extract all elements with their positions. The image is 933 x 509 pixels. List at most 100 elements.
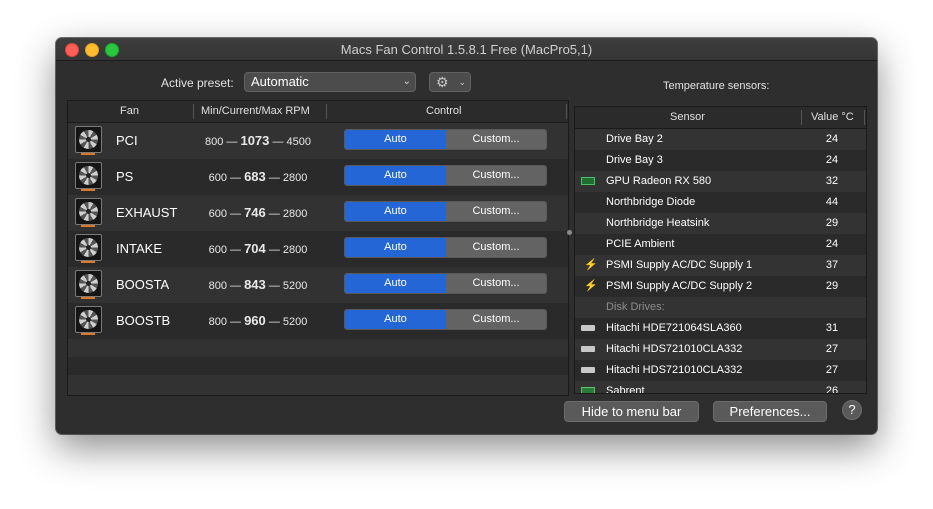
rpm-separator: — xyxy=(230,244,242,256)
custom-button[interactable]: Custom... xyxy=(446,274,546,293)
preset-value: Automatic xyxy=(251,74,309,89)
app-window: Macs Fan Control 1.5.8.1 Free (MacPro5,1… xyxy=(56,38,877,434)
fan-name: INTAKE xyxy=(116,241,162,256)
sensor-value: 27 xyxy=(825,364,839,376)
sensor-name: Hitachi HDE721064SLA360 xyxy=(606,322,742,334)
gpu-icon xyxy=(581,177,595,185)
sensor-row[interactable]: PCIE Ambient 24 xyxy=(575,234,866,255)
sensor-value: 37 xyxy=(825,259,839,271)
sensor-value: 31 xyxy=(825,322,839,334)
fan-row[interactable]: EXHAUST 600 — 746 — 2800 Auto Custom... xyxy=(68,195,568,231)
rpm-min: 600 xyxy=(208,244,227,256)
fan-row[interactable]: INTAKE 600 — 704 — 2800 Auto Custom... xyxy=(68,231,568,267)
auto-button[interactable]: Auto xyxy=(345,130,446,149)
auto-button[interactable]: Auto xyxy=(345,166,446,185)
sensor-name: PSMI Supply AC/DC Supply 2 xyxy=(606,280,753,292)
rpm-separator: — xyxy=(230,280,242,292)
custom-button[interactable]: Custom... xyxy=(446,310,546,329)
sensor-name: Hitachi HDS721010CLA332 xyxy=(606,364,743,376)
lightning-icon: ⚡ xyxy=(584,280,598,292)
sensor-row[interactable]: Hitachi HDS721010CLA332 27 xyxy=(575,339,866,360)
rpm-separator: — xyxy=(272,136,284,148)
title-bar[interactable]: Macs Fan Control 1.5.8.1 Free (MacPro5,1… xyxy=(56,38,877,61)
sensor-row[interactable]: Sabrent 26 xyxy=(575,381,866,394)
custom-button[interactable]: Custom... xyxy=(446,238,546,257)
rpm-current: 704 xyxy=(244,241,266,256)
fan-row[interactable]: PCI 800 — 1073 — 4500 Auto Custom... xyxy=(68,123,568,159)
rpm-separator: — xyxy=(268,172,280,184)
auto-button[interactable]: Auto xyxy=(345,310,446,329)
auto-button[interactable]: Auto xyxy=(345,202,446,221)
sensor-name: Hitachi HDS721010CLA332 xyxy=(606,343,743,355)
fan-name: BOOSTA xyxy=(116,277,170,292)
fan-control-segmented: Auto Custom... xyxy=(344,237,547,258)
preset-dropdown[interactable]: Automatic ⌄ xyxy=(244,72,416,92)
rpm-min: 600 xyxy=(208,208,227,220)
fan-column-header[interactable]: Fan xyxy=(120,105,139,117)
fan-control-segmented: Auto Custom... xyxy=(344,201,547,222)
fan-led-indicator xyxy=(81,189,95,191)
sensor-value: 24 xyxy=(825,154,839,166)
sensor-table: Sensor Value °C Drive Bay 2 24 Drive Bay 3… xyxy=(574,106,867,394)
fan-name: PS xyxy=(116,169,134,184)
sensor-row[interactable]: ⚡ PSMI Supply AC/DC Supply 2 29 xyxy=(575,276,866,297)
preferences-button[interactable]: Preferences... xyxy=(713,401,827,422)
disk-icon xyxy=(581,325,595,331)
fan-row[interactable]: PS 600 — 683 — 2800 Auto Custom... xyxy=(68,159,568,195)
fan-row[interactable]: BOOSTA 800 — 843 — 5200 Auto Custom... xyxy=(68,267,568,303)
rpm-readout: 800 — 1073 — 4500 xyxy=(196,133,320,148)
ssd-icon xyxy=(581,387,595,393)
sensor-row[interactable]: Northbridge Diode 44 xyxy=(575,192,866,213)
auto-button[interactable]: Auto xyxy=(345,274,446,293)
rpm-min: 800 xyxy=(208,280,227,292)
fan-control-segmented: Auto Custom... xyxy=(344,273,547,294)
rpm-separator: — xyxy=(268,280,280,292)
sensor-table-header: Sensor Value °C xyxy=(575,107,866,129)
sensor-value: 29 xyxy=(825,280,839,292)
sensor-name: Northbridge Heatsink xyxy=(606,217,710,229)
sensor-value: 26 xyxy=(825,385,839,394)
hide-to-menu-bar-button[interactable]: Hide to menu bar xyxy=(564,401,699,422)
gear-icon: ⚙ xyxy=(436,74,449,90)
sensor-value: 32 xyxy=(825,175,839,187)
value-column-header[interactable]: Value °C xyxy=(811,111,854,123)
preset-options-button[interactable]: ⚙ ⌄ xyxy=(429,72,471,92)
custom-button[interactable]: Custom... xyxy=(446,130,546,149)
rpm-max: 5200 xyxy=(282,280,308,292)
sensor-value: 24 xyxy=(825,133,839,145)
split-view-handle[interactable] xyxy=(567,230,572,235)
sensor-value: 29 xyxy=(825,217,839,229)
sensor-row[interactable]: GPU Radeon RX 580 32 xyxy=(575,171,866,192)
help-button[interactable]: ? xyxy=(842,400,862,420)
fan-row[interactable]: BOOSTB 800 — 960 — 5200 Auto Custom... xyxy=(68,303,568,339)
sensor-column-header[interactable]: Sensor xyxy=(670,111,705,123)
rpm-min: 800 xyxy=(204,136,224,148)
custom-button[interactable]: Custom... xyxy=(446,166,546,185)
custom-button[interactable]: Custom... xyxy=(446,202,546,221)
rpm-separator: — xyxy=(268,208,280,220)
sensor-row[interactable]: ⚡ PSMI Supply AC/DC Supply 1 37 xyxy=(575,255,866,276)
sensor-value: 44 xyxy=(825,196,839,208)
rpm-separator: — xyxy=(226,136,238,148)
control-column-header[interactable]: Control xyxy=(426,105,461,117)
rpm-max: 2800 xyxy=(282,208,308,220)
window-title: Macs Fan Control 1.5.8.1 Free (MacPro5,1… xyxy=(340,42,593,57)
fan-icon xyxy=(75,306,102,333)
chevron-down-icon: ⌄ xyxy=(402,76,411,87)
fan-led-indicator xyxy=(81,261,95,263)
fan-name: BOOSTB xyxy=(116,313,171,328)
fan-led-indicator xyxy=(81,225,95,227)
sensor-row[interactable]: Drive Bay 3 24 xyxy=(575,150,866,171)
sensor-row[interactable]: Northbridge Heatsink 29 xyxy=(575,213,866,234)
fan-icon xyxy=(75,270,102,297)
auto-button[interactable]: Auto xyxy=(345,238,446,257)
sensor-row[interactable]: Hitachi HDE721064SLA360 31 xyxy=(575,318,866,339)
sensor-row[interactable]: Drive Bay 2 24 xyxy=(575,129,866,150)
fan-control-segmented: Auto Custom... xyxy=(344,129,547,150)
sensor-name: Drive Bay 2 xyxy=(606,133,663,145)
sensor-name: PCIE Ambient xyxy=(606,238,675,250)
fan-control-segmented: Auto Custom... xyxy=(344,309,547,330)
rpm-current: 960 xyxy=(244,313,266,328)
rpm-column-header[interactable]: Min/Current/Max RPM xyxy=(201,105,310,117)
sensor-row[interactable]: Hitachi HDS721010CLA332 27 xyxy=(575,360,866,381)
